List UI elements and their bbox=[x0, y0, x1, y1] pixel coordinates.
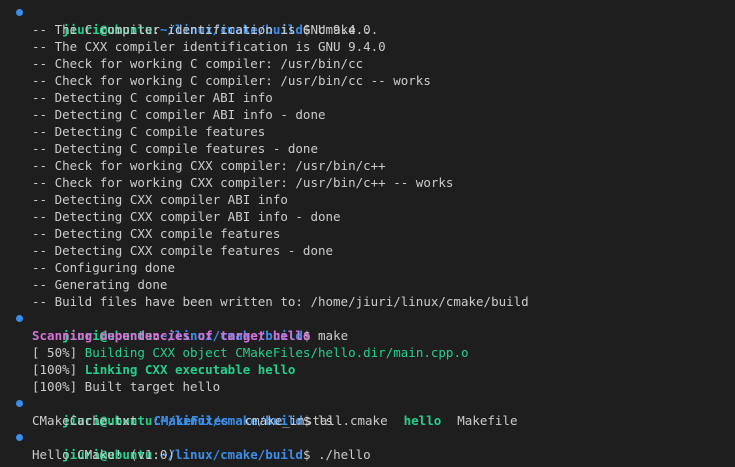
make-building-line: [ 50%] Building CXX object CMakeFiles/he… bbox=[0, 344, 735, 361]
output-line: -- Check for working CXX compiler: /usr/… bbox=[32, 158, 386, 173]
prompt-line-make: jiuri@ubuntu:~/linux/cmake/build$ make bbox=[0, 310, 735, 343]
prompt-line-ls: jiuri@ubuntu:~/linux/cmake/build$ ls bbox=[0, 395, 735, 428]
terminal-panel[interactable]: jiuri@ubuntu:~/linux/cmake/build$ cmake … bbox=[0, 0, 735, 467]
output-line: -- Build files have been written to: /ho… bbox=[32, 294, 529, 309]
ls-directory-entry: CMakeFiles bbox=[153, 413, 229, 428]
output-line: -- Detecting CXX compile features bbox=[32, 226, 281, 241]
prompt-line-hello: jiuri@ubuntu:~/linux/cmake/build$ ./hell… bbox=[0, 429, 735, 462]
command-status-dot-icon[interactable] bbox=[16, 434, 23, 441]
ls-file-entry: cmake_install.cmake bbox=[244, 413, 388, 428]
output-line: -- Check for working C compiler: /usr/bi… bbox=[32, 56, 364, 71]
ls-file-entry: Makefile bbox=[457, 413, 518, 428]
command-status-dot-icon[interactable] bbox=[16, 400, 23, 407]
make-linking-line: [100%] Linking CXX executable hello bbox=[0, 361, 735, 378]
building-text: Building CXX object CMakeFiles/hello.dir… bbox=[84, 345, 469, 360]
make-scanning-line: Scanning dependencies of target hello bbox=[32, 328, 311, 343]
output-line: -- Detecting CXX compiler ABI info - don… bbox=[32, 209, 341, 224]
ls-output-line: CMakeCache.txt CMakeFiles cmake_install.cm… bbox=[0, 412, 735, 429]
hello-output-line: Hello CMake! (v1.0) bbox=[32, 447, 175, 462]
ls-file-entry: CMakeCache.txt bbox=[32, 413, 138, 428]
output-line: -- Check for working CXX compiler: /usr/… bbox=[32, 175, 454, 190]
output-line: -- Detecting C compiler ABI info - done bbox=[32, 107, 326, 122]
progress-percent: [ 50%] bbox=[32, 345, 85, 360]
command-status-dot-icon[interactable] bbox=[16, 315, 23, 322]
output-line: -- Detecting C compile features - done bbox=[32, 141, 318, 156]
output-line: -- Configuring done bbox=[32, 260, 175, 275]
linking-text: Linking CXX executable hello bbox=[84, 362, 296, 377]
output-line: -- Detecting C compiler ABI info bbox=[32, 90, 273, 105]
output-line: -- Detecting C compile features bbox=[32, 124, 266, 139]
output-line: -- Check for working C compiler: /usr/bi… bbox=[32, 73, 431, 88]
progress-percent: [100%] bbox=[32, 362, 85, 377]
command-status-dot-icon[interactable] bbox=[16, 9, 23, 16]
output-line: -- Detecting CXX compiler ABI info bbox=[32, 192, 288, 207]
prompt-line-cmake: jiuri@ubuntu:~/linux/cmake/build$ cmake … bbox=[0, 4, 735, 37]
make-built-line: [100%] Built target hello bbox=[32, 379, 221, 394]
output-line: -- Detecting CXX compile features - done bbox=[32, 243, 334, 258]
output-line: -- Generating done bbox=[32, 277, 168, 292]
ls-executable-entry: hello bbox=[403, 413, 442, 428]
output-line: -- The CXX compiler identification is GN… bbox=[32, 39, 386, 54]
output-line: -- The C compiler identification is GNU … bbox=[32, 22, 371, 37]
